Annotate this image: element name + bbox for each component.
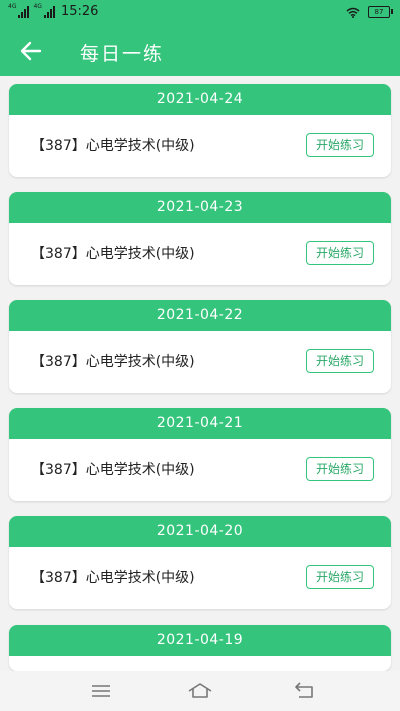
system-nav-bar	[0, 671, 400, 711]
card-date: 2021-04-19	[9, 625, 391, 656]
exercise-card: 2021-04-23 【387】心电学技术(中级) 开始练习	[9, 192, 391, 285]
signal-icon	[18, 5, 30, 18]
card-title: 【387】心电学技术(中级)	[31, 354, 195, 370]
page-title: 每日一练	[80, 43, 165, 65]
menu-icon[interactable]	[87, 679, 115, 703]
card-title: 【387】心电学技术(中级)	[31, 462, 195, 478]
battery-icon: 87	[368, 6, 393, 18]
network-label-2: 4G	[33, 3, 42, 10]
exercise-card: 2021-04-21 【387】心电学技术(中级) 开始练习	[9, 408, 391, 501]
card-body: 【387】心电学技术(中级) 开始练习	[9, 223, 391, 285]
card-body: 【387】心电学技术(中级) 开始练习	[9, 331, 391, 393]
card-title: 【387】心电学技术(中级)	[31, 138, 195, 154]
start-practice-button[interactable]: 开始练习	[306, 565, 374, 589]
exercise-card: 2021-04-19	[9, 625, 391, 671]
back-arrow-icon[interactable]	[18, 38, 44, 64]
card-date: 2021-04-20	[9, 516, 391, 547]
start-practice-button[interactable]: 开始练习	[306, 349, 374, 373]
card-body: 【387】心电学技术(中级) 开始练习	[9, 547, 391, 609]
status-time: 15:26	[60, 4, 99, 19]
card-body: 【387】心电学技术(中级) 开始练习	[9, 439, 391, 501]
card-date: 2021-04-21	[9, 408, 391, 439]
card-date: 2021-04-22	[9, 300, 391, 331]
card-date: 2021-04-24	[9, 84, 391, 115]
app-header: 每日一练	[0, 26, 400, 76]
exercise-card: 2021-04-24 【387】心电学技术(中级) 开始练习	[9, 84, 391, 177]
exercise-card: 2021-04-22 【387】心电学技术(中级) 开始练习	[9, 300, 391, 393]
card-title: 【387】心电学技术(中级)	[31, 246, 195, 262]
status-bar: 4G 4G 15:26 87	[0, 0, 400, 26]
card-date: 2021-04-23	[9, 192, 391, 223]
status-right: 87	[346, 6, 393, 18]
start-practice-button[interactable]: 开始练习	[306, 457, 374, 481]
card-body: 【387】心电学技术(中级) 开始练习	[9, 115, 391, 177]
home-icon[interactable]	[186, 679, 214, 703]
network-label-1: 4G	[8, 3, 17, 10]
signal-icon-2	[43, 5, 55, 18]
wifi-icon	[346, 7, 360, 18]
card-title: 【387】心电学技术(中级)	[31, 570, 195, 586]
status-left: 4G 4G 15:26	[8, 3, 99, 20]
back-nav-icon[interactable]	[290, 679, 318, 703]
start-practice-button[interactable]: 开始练习	[306, 241, 374, 265]
exercise-card: 2021-04-20 【387】心电学技术(中级) 开始练习	[9, 516, 391, 609]
start-practice-button[interactable]: 开始练习	[306, 133, 374, 157]
